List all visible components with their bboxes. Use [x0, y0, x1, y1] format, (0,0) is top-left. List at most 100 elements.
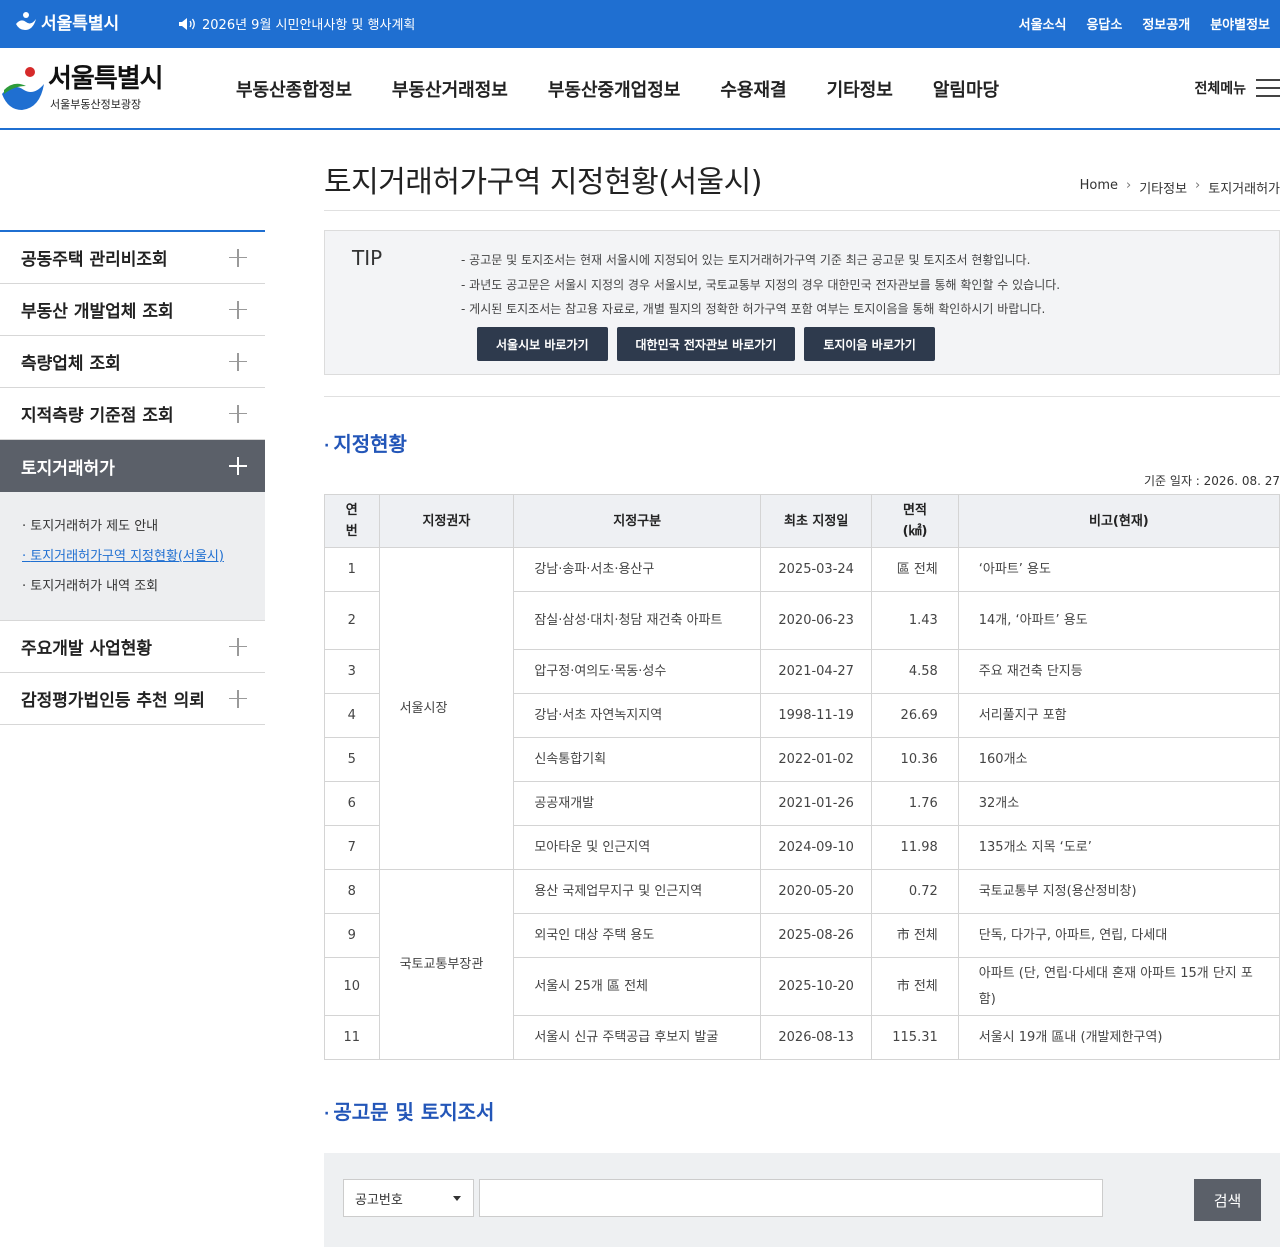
cell-date: 2022-01-02 — [760, 737, 873, 782]
tip-list: 공고문 및 토지조서는 현재 서울시에 지정되어 있는 토지거래허가구역 기준 … — [461, 248, 1060, 322]
side-item-label: 측량업체 조회 — [21, 354, 121, 374]
sub-item-permit-guide[interactable]: · 토지거래허가 제도 안내 — [22, 512, 265, 542]
tip-label: TIP — [352, 246, 383, 270]
cell-note: 서울시 19개 區내 (개발제한구역) — [957, 1015, 1280, 1060]
sub-item-permit-zone[interactable]: · 토지거래허가구역 지정현황(서울시) — [22, 542, 265, 572]
cell-date: 2021-01-26 — [760, 781, 873, 826]
col-header-type: 지정구분 — [513, 494, 762, 548]
chevron-right-icon: › — [1195, 178, 1201, 193]
side-item-label: 토지거래허가 — [21, 458, 115, 479]
nav-expropriation[interactable]: 수용재결 — [720, 76, 786, 102]
tip-box: TIP 공고문 및 토지조서는 현재 서울시에 지정되어 있는 토지거래허가구역… — [324, 230, 1280, 375]
cell-type: 신속통합기획 — [513, 737, 762, 782]
side-item-surveyor[interactable]: 측량업체 조회 — [0, 336, 265, 388]
top-link-news[interactable]: 서울소식 — [1019, 14, 1067, 33]
cell-note: 14개, ‘아파트’ 용도 — [957, 591, 1280, 650]
top-bar: 서울특별시 2026년 9월 시민안내사항 및 행사계획 서울소식 응답소 정보… — [0, 0, 1280, 48]
bullet-icon: · — [324, 437, 330, 454]
search-type-select[interactable]: 공고번호 — [343, 1179, 474, 1217]
nav-real-estate-info[interactable]: 부동산종합정보 — [236, 76, 352, 102]
tip-line: 과년도 공고문은 서울시 지정의 경우 서울시보, 국토교통부 지정의 경우 대… — [461, 273, 1060, 298]
side-item-appraiser[interactable]: 감정평가법인등 추천 의뢰 — [0, 673, 265, 725]
side-item-apartment-fee[interactable]: 공동주택 관리비조회 — [0, 232, 265, 284]
plus-icon — [229, 352, 247, 371]
logo-subtitle: 서울부동산정보광장 — [50, 98, 142, 111]
cell-note: 국토교통부 지정(용산정비창) — [957, 869, 1280, 914]
cell-note: 단독, 다가구, 아파트, 연립, 다세대 — [957, 913, 1280, 958]
sub-item-label: 토지거래허가 내역 조회 — [30, 579, 159, 594]
breadcrumb-other[interactable]: 기타정보 — [1139, 178, 1187, 197]
plus-icon — [229, 300, 247, 319]
cell-type: 잠실·삼성·대치·청담 재건축 아파트 — [513, 591, 762, 650]
section-title-status: · 지정현황 — [324, 428, 407, 457]
nav-other-info[interactable]: 기타정보 — [827, 76, 893, 102]
cell-area: 4.58 — [871, 649, 959, 694]
header: 서울특별시 서울부동산정보광장 부동산종합정보 부동산거래정보 부동산중개업정보… — [0, 48, 1280, 130]
cell-note: 서리풀지구 포함 — [957, 693, 1280, 738]
cell-area: 115.31 — [871, 1015, 959, 1060]
cell-type: 용산 국제업무지구 및 인근지역 — [513, 869, 762, 914]
nav-transaction-info[interactable]: 부동산거래정보 — [392, 76, 508, 102]
top-notice[interactable]: 2026년 9월 시민안내사항 및 행사계획 — [178, 14, 415, 33]
side-item-land-permit[interactable]: 토지거래허가 — [0, 440, 265, 492]
breadcrumb-current[interactable]: 토지거래허가 — [1208, 178, 1280, 197]
cell-date: 2024-09-10 — [760, 825, 873, 870]
bullet-icon: · — [324, 1105, 330, 1122]
col-header-no: 연번 — [324, 494, 380, 548]
cell-authority: 서울시장 — [378, 547, 515, 870]
table-header-row: 연번 지정권자 지정구분 최초 지정일 면적 (㎢) 비고(현재) — [324, 494, 1280, 548]
page-title: 토지거래허가구역 지정현황(서울시) — [324, 165, 762, 200]
search-box: 공고번호 검색 — [324, 1153, 1280, 1247]
cell-note: ‘아파트’ 용도 — [957, 547, 1280, 592]
sub-item-label: 토지거래허가구역 지정현황(서울시) — [30, 549, 224, 564]
speaker-icon — [179, 17, 195, 30]
col-header-note: 비고(현재) — [957, 494, 1280, 548]
section-title-text: 공고문 및 토지조서 — [333, 1100, 495, 1124]
cell-type: 압구정·여의도·목동·성수 — [513, 649, 762, 694]
top-links: 서울소식 응답소 정보공개 분야별정보 — [1019, 14, 1270, 33]
top-link-disclosure[interactable]: 정보공개 — [1142, 14, 1190, 33]
seoul-gazette-button[interactable]: 서울시보 바로가기 — [477, 327, 608, 361]
cell-no: 9 — [324, 913, 380, 958]
top-notice-text: 2026년 9월 시민안내사항 및 행사계획 — [202, 18, 416, 33]
top-link-response[interactable]: 응답소 — [1086, 14, 1122, 33]
land-eum-button[interactable]: 토지이음 바로가기 — [804, 327, 935, 361]
breadcrumb: Home › 기타정보 › 토지거래허가 — [1080, 178, 1280, 197]
cell-area: 市 전체 — [871, 913, 959, 958]
cell-area: 10.36 — [871, 737, 959, 782]
divider — [324, 396, 1280, 397]
breadcrumb-home[interactable]: Home — [1080, 178, 1118, 197]
side-item-major-projects[interactable]: 주요개발 사업현황 — [0, 621, 265, 673]
search-type-value: 공고번호 — [355, 1192, 403, 1208]
top-brand[interactable]: 서울특별시 — [14, 9, 119, 34]
cell-no: 8 — [324, 869, 380, 914]
cell-area: 26.69 — [871, 693, 959, 738]
side-item-label: 지적측량 기준점 조회 — [21, 406, 174, 426]
tip-line: 공고문 및 토지조서는 현재 서울시에 지정되어 있는 토지거래허가구역 기준 … — [461, 248, 1060, 273]
hamburger-icon — [1256, 79, 1280, 97]
cell-date: 2025-10-20 — [760, 957, 873, 1016]
cell-no: 4 — [324, 693, 380, 738]
caret-down-icon — [453, 1196, 461, 1201]
nav-broker-info[interactable]: 부동산중개업정보 — [548, 76, 680, 102]
top-link-field-info[interactable]: 분야별정보 — [1210, 14, 1270, 33]
search-input[interactable] — [479, 1179, 1103, 1217]
cell-area: 1.43 — [871, 591, 959, 650]
nav-notice[interactable]: 알림마당 — [933, 76, 999, 102]
cell-area: 0.72 — [871, 869, 959, 914]
seoul-emblem-icon — [2, 67, 44, 110]
cell-no: 11 — [324, 1015, 380, 1060]
cell-note: 160개소 — [957, 737, 1280, 782]
tip-line: 게시된 토지조서는 참고용 자료로, 개별 필지의 정확한 허가구역 포함 여부… — [461, 297, 1060, 322]
side-item-survey-point[interactable]: 지적측량 기준점 조회 — [0, 388, 265, 440]
all-menu-button[interactable]: 전체메뉴 — [1194, 78, 1280, 98]
cell-date: 2020-05-20 — [760, 869, 873, 914]
main-nav: 부동산종합정보 부동산거래정보 부동산중개업정보 수용재결 기타정보 알림마당 — [236, 76, 1039, 102]
plus-icon — [229, 248, 247, 267]
side-item-developer[interactable]: 부동산 개발업체 조회 — [0, 284, 265, 336]
national-gazette-button[interactable]: 대한민국 전자관보 바로가기 — [616, 327, 796, 361]
site-logo[interactable]: 서울특별시 서울부동산정보광장 — [0, 64, 164, 114]
search-button[interactable]: 검색 — [1194, 1179, 1261, 1221]
cell-date: 2021-04-27 — [760, 649, 873, 694]
sub-item-permit-history[interactable]: · 토지거래허가 내역 조회 — [22, 572, 265, 602]
